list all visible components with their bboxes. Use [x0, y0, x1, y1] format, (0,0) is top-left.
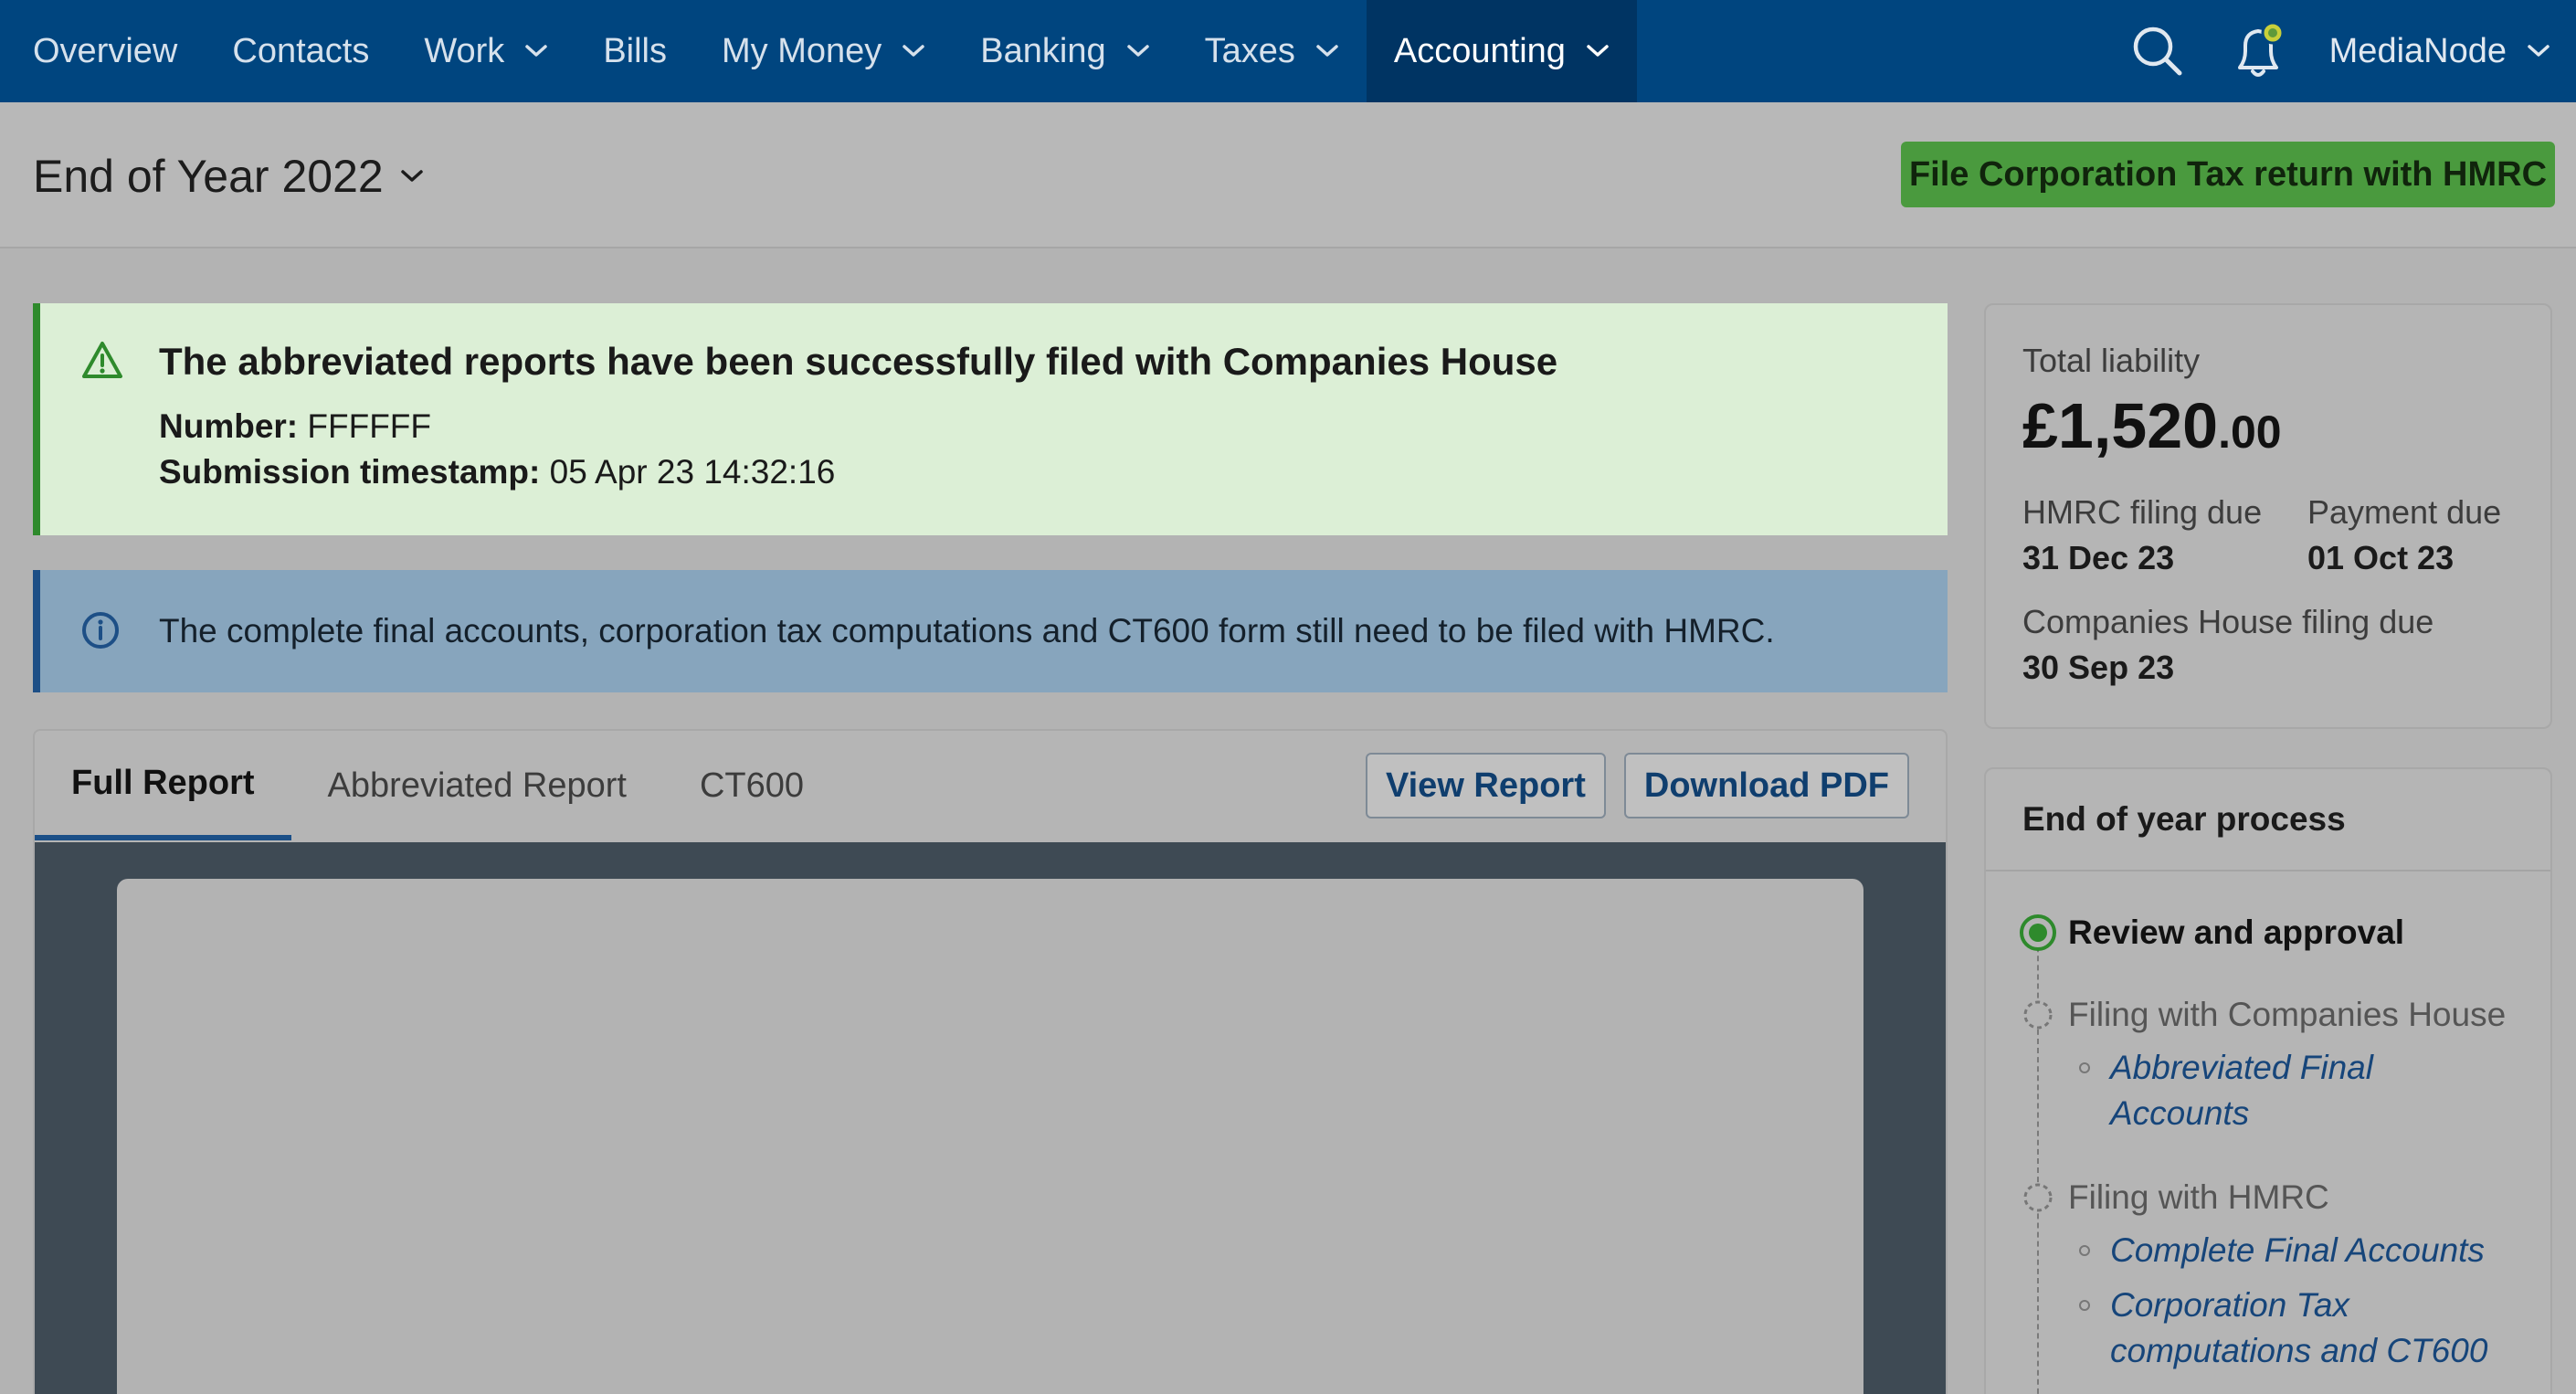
chevron-down-icon — [524, 44, 548, 58]
chevron-down-icon — [2527, 44, 2550, 58]
info-icon — [80, 610, 121, 655]
step-filing-companies-house: Filing with Companies House — [2068, 996, 2507, 1033]
file-corporation-tax-button[interactable]: File Corporation Tax return with HMRC — [1901, 142, 2555, 207]
step-filing-hmrc: Filing with HMRC — [2068, 1178, 2329, 1216]
chevron-down-icon — [1586, 44, 1610, 58]
info-alert-message: The complete final accounts, corporation… — [159, 612, 1775, 649]
submission-number: Number: FFFFFF — [159, 407, 432, 445]
link-corporation-tax-ct600[interactable]: Corporation Tax computations and CT600 — [2110, 1283, 2487, 1374]
chevron-down-icon — [1126, 44, 1150, 58]
success-alert-title: The abbreviated reports have been succes… — [159, 340, 1558, 383]
pending-circle-icon — [2019, 1178, 2057, 1221]
warning-triangle-icon — [80, 340, 124, 385]
bell-icon[interactable] — [2227, 18, 2293, 84]
period-selector[interactable]: End of Year 2022 — [33, 150, 424, 203]
download-pdf-button[interactable]: Download PDF — [1623, 753, 1909, 818]
page-header: End of Year 2022 File Corporation Tax re… — [0, 102, 2576, 248]
nav-item-banking[interactable]: Banking — [953, 0, 1177, 102]
payment-due-label: Payment due — [2307, 493, 2502, 531]
timeline-line — [2037, 919, 2039, 1394]
info-alert: The complete final accounts, corporation… — [33, 570, 1948, 692]
end-of-year-process-card: End of year process Review and approval … — [1984, 767, 2552, 1394]
success-alert: The abbreviated reports have been succes… — [33, 303, 1948, 535]
total-liability-amount: £1,520.00 — [2022, 390, 2282, 461]
nav-item-my-money[interactable]: My Money — [694, 0, 953, 102]
nav-right: MediaNode — [2125, 0, 2576, 102]
payment-due-value: 01 Oct 23 — [2307, 539, 2455, 576]
tab-ct600[interactable]: CT600 — [663, 731, 840, 840]
tab-abbreviated-report[interactable]: Abbreviated Report — [291, 731, 663, 840]
hmrc-filing-due-value: 31 Dec 23 — [2022, 539, 2175, 576]
hmrc-filing-due-label: HMRC filing due — [2022, 493, 2263, 531]
total-liability-label: Total liability — [2022, 342, 2201, 379]
report-viewer[interactable] — [35, 842, 1946, 1394]
liability-card: Total liability £1,520.00 HMRC filing du… — [1984, 303, 2552, 729]
link-abbreviated-final-accounts[interactable]: Abbreviated Final Accounts — [2110, 1045, 2373, 1136]
nav-item-bills[interactable]: Bills — [575, 0, 694, 102]
companies-house-due-value: 30 Sep 23 — [2022, 649, 2175, 686]
report-tabs: Full Report Abbreviated Report CT600 — [35, 731, 840, 840]
process-title: End of year process — [1986, 769, 2550, 871]
link-complete-final-accounts[interactable]: Complete Final Accounts — [2110, 1228, 2485, 1273]
sub-step-dot — [2079, 1300, 2090, 1311]
chevron-down-icon — [400, 169, 424, 184]
page-title: End of Year 2022 — [33, 151, 384, 202]
nav-item-taxes[interactable]: Taxes — [1177, 0, 1367, 102]
check-circle-icon — [2019, 913, 2057, 956]
user-name: MediaNode — [2328, 31, 2507, 70]
nav-item-overview[interactable]: Overview — [0, 0, 205, 102]
nav-item-contacts[interactable]: Contacts — [205, 0, 396, 102]
top-nav: Overview Contacts Work Bills My Money Ba… — [0, 0, 2576, 102]
chevron-down-icon — [902, 44, 925, 58]
report-actions: View Report Download PDF — [1347, 753, 1909, 818]
sub-step-dot — [2079, 1245, 2090, 1256]
sub-step-dot — [2079, 1062, 2090, 1073]
tab-full-report[interactable]: Full Report — [35, 731, 291, 840]
view-report-button[interactable]: View Report — [1365, 753, 1606, 818]
report-page — [117, 879, 1863, 1394]
report-panel: Full Report Abbreviated Report CT600 Vie… — [33, 729, 1948, 1394]
companies-house-due-label: Companies House filing due — [2022, 603, 2434, 640]
submission-timestamp: Submission timestamp: 05 Apr 23 14:32:16 — [159, 453, 836, 491]
step-review-approval: Review and approval — [2068, 913, 2405, 951]
nav-item-accounting[interactable]: Accounting — [1366, 0, 1637, 102]
chevron-down-icon — [1315, 44, 1339, 58]
nav-item-work[interactable]: Work — [396, 0, 575, 102]
pending-circle-icon — [2019, 996, 2057, 1039]
search-icon[interactable] — [2125, 18, 2191, 84]
user-menu[interactable]: MediaNode — [2329, 32, 2576, 71]
